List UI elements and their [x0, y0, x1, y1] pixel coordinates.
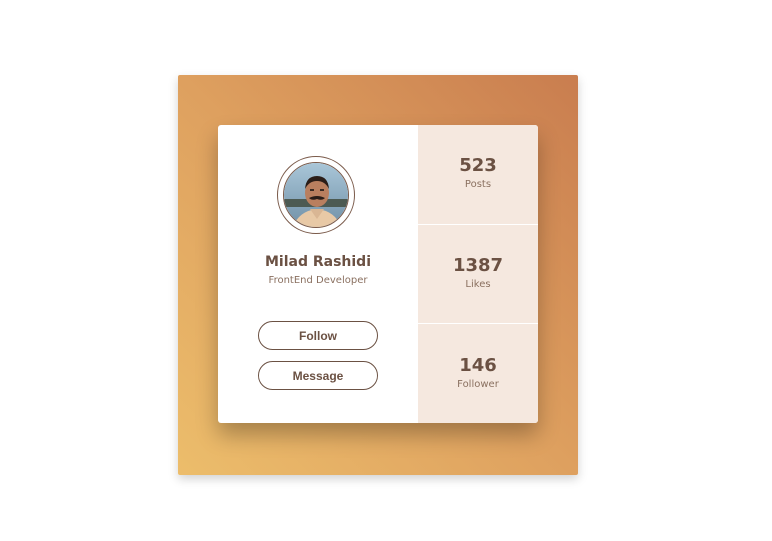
follow-button[interactable]: Follow [258, 321, 378, 350]
avatar [283, 162, 349, 228]
stat-posts: 523 Posts [418, 125, 538, 225]
stats-panel: 523 Posts 1387 Likes 146 Follower [418, 125, 538, 423]
avatar-photo-icon [284, 163, 348, 227]
profile-name: Milad Rashidi [264, 254, 372, 270]
profile-section: Milad Rashidi FrontEnd Developer Follow … [218, 125, 418, 423]
message-button[interactable]: Message [258, 361, 378, 390]
stat-value: 146 [459, 354, 497, 376]
stat-label: Follower [457, 378, 499, 390]
stat-label: Posts [464, 179, 492, 191]
stat-label: Likes [465, 279, 491, 290]
profile-card: Milad Rashidi FrontEnd Developer Follow … [218, 125, 538, 423]
stat-value: 523 [459, 155, 497, 177]
profile-role: FrontEnd Developer [268, 275, 368, 286]
avatar-ring [277, 156, 355, 234]
stat-followers: 146 Follower [418, 324, 538, 423]
stat-likes: 1387 Likes [418, 225, 538, 325]
stat-value: 1387 [452, 255, 504, 276]
background-frame: Milad Rashidi FrontEnd Developer Follow … [178, 75, 578, 475]
